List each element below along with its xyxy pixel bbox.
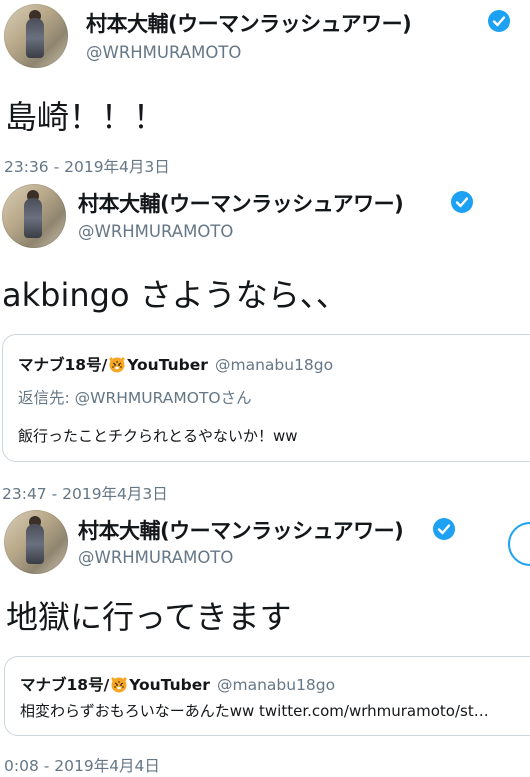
reply-to-label: 返信先: bbox=[18, 389, 75, 407]
quoted-tweet[interactable]: マナブ18号/ YouTuber @manabu18go 返信先: @WRHMU… bbox=[2, 334, 530, 462]
quoted-tweet-text[interactable]: 相変わらずおもろいなーあんたww twitter.com/wrhmuramoto… bbox=[20, 700, 510, 721]
author-handle[interactable]: @WRHMURAMOTO bbox=[78, 222, 233, 241]
reply-to-handle[interactable]: @WRHMURAMOTOさん bbox=[75, 389, 252, 407]
quoted-author-name-prefix: マナブ18号/ bbox=[20, 676, 110, 694]
author-name[interactable]: 村本大輔(ウーマンラッシュアワー) bbox=[78, 188, 404, 218]
quoted-author-name-prefix: マナブ18号/ bbox=[18, 356, 108, 374]
author-name[interactable]: 村本大輔(ウーマンラッシュアワー) bbox=[78, 515, 404, 545]
avatar-figure bbox=[26, 18, 44, 58]
quoted-author-name-suffix: YouTuber bbox=[129, 676, 210, 694]
quoted-author[interactable]: マナブ18号/ YouTuber @manabu18go bbox=[20, 673, 335, 695]
verified-badge-icon bbox=[451, 191, 473, 213]
author-handle[interactable]: @WRHMURAMOTO bbox=[78, 548, 233, 567]
quoted-tweet-text: 飯行ったことチクられとるやないか！ww bbox=[18, 427, 298, 445]
author-handle[interactable]: @WRHMURAMOTO bbox=[86, 43, 241, 62]
timestamp[interactable]: 23:36 - 2019年4月3日 bbox=[4, 155, 170, 177]
quoted-author-handle: @manabu18go bbox=[214, 356, 334, 374]
tiger-emoji-icon bbox=[111, 677, 127, 693]
verified-badge-icon bbox=[433, 518, 455, 540]
avatar-figure bbox=[26, 524, 44, 564]
avatar[interactable] bbox=[4, 510, 68, 574]
verified-badge-icon bbox=[488, 10, 510, 32]
quoted-author-name-suffix: YouTuber bbox=[127, 356, 208, 374]
follow-button[interactable] bbox=[508, 522, 530, 566]
avatar[interactable] bbox=[2, 184, 66, 248]
tweet-text: akbingo さようなら、、 bbox=[2, 276, 348, 314]
author-name[interactable]: 村本大輔(ウーマンラッシュアワー) bbox=[86, 8, 412, 38]
tiger-emoji-icon bbox=[109, 357, 125, 373]
quoted-author[interactable]: マナブ18号/ YouTuber @manabu18go bbox=[18, 353, 333, 375]
avatar-figure bbox=[24, 198, 42, 238]
reply-to-line: 返信先: @WRHMURAMOTOさん bbox=[18, 386, 252, 408]
avatar[interactable] bbox=[4, 4, 68, 68]
timestamp[interactable]: 23:47 - 2019年4月3日 bbox=[2, 482, 168, 504]
quoted-tweet[interactable]: マナブ18号/ YouTuber @manabu18go 相変わらずおもろいなー… bbox=[4, 656, 530, 736]
timestamp[interactable]: 0:08 - 2019年4月4日 bbox=[4, 754, 160, 776]
tweet-text: 地獄に行ってきます bbox=[6, 598, 292, 636]
tweet-text: 島崎！！！ bbox=[5, 98, 166, 136]
quoted-author-handle: @manabu18go bbox=[216, 676, 336, 694]
